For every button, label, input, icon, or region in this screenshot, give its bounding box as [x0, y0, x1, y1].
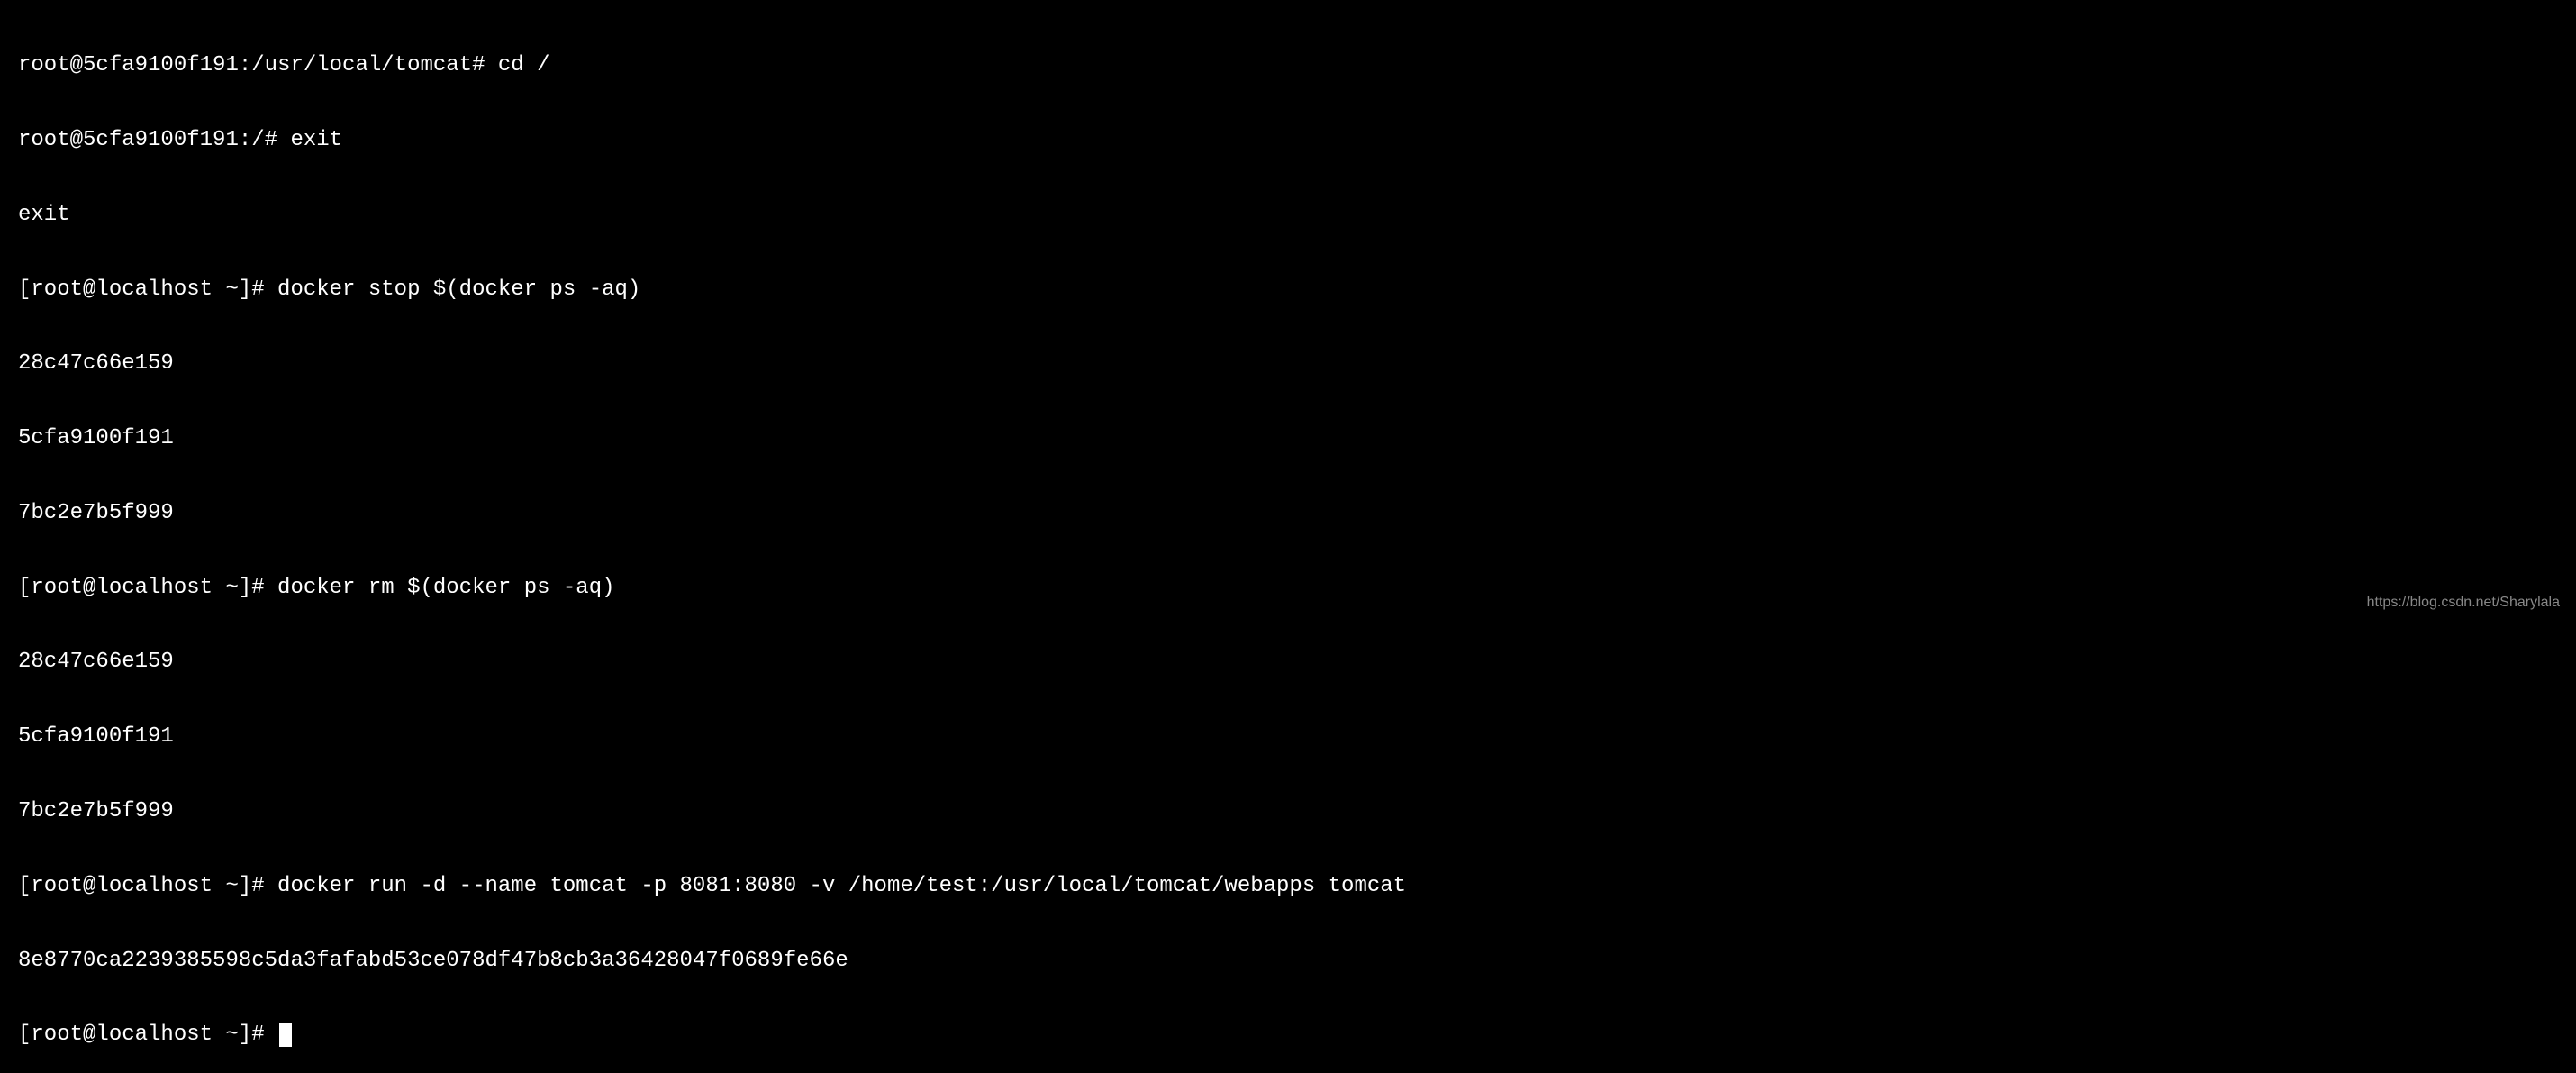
cursor-block: [279, 1023, 292, 1047]
terminal-line: 8e8770ca2239385598c5da3fafabd53ce078df47…: [18, 949, 2558, 974]
prompt: [root@localhost ~]#: [18, 277, 277, 302]
command: docker stop $(docker ps -aq): [277, 277, 640, 302]
output-text: 8e8770ca2239385598c5da3fafabd53ce078df47…: [18, 949, 848, 973]
terminal-line: exit: [18, 203, 2558, 228]
terminal-line: 5cfa9100f191: [18, 724, 2558, 750]
output-text: exit: [18, 203, 70, 227]
terminal-line: 7bc2e7b5f999: [18, 799, 2558, 824]
command: docker rm $(docker ps -aq): [277, 576, 614, 600]
terminal-line: [root@localhost ~]# docker stop $(docker…: [18, 277, 2558, 303]
terminal-line: 5cfa9100f191: [18, 426, 2558, 451]
terminal-line: [root@localhost ~]# docker rm $(docker p…: [18, 576, 2558, 601]
watermark-text: https://blog.csdn.net/Sharylala: [2367, 595, 2560, 611]
output-text: 5cfa9100f191: [18, 426, 174, 450]
command: exit: [290, 128, 342, 152]
terminal-line: root@5cfa9100f191:/# exit: [18, 128, 2558, 153]
prompt: [root@localhost ~]#: [18, 874, 277, 898]
terminal-output[interactable]: root@5cfa9100f191:/usr/local/tomcat# cd …: [18, 4, 2558, 1073]
terminal-line: 28c47c66e159: [18, 351, 2558, 377]
terminal-line: 28c47c66e159: [18, 650, 2558, 675]
output-text: 28c47c66e159: [18, 650, 174, 674]
terminal-line: root@5cfa9100f191:/usr/local/tomcat# cd …: [18, 53, 2558, 78]
prompt: [root@localhost ~]#: [18, 576, 277, 600]
output-text: 7bc2e7b5f999: [18, 501, 174, 525]
terminal-line: [root@localhost ~]#: [18, 1023, 2558, 1048]
command: docker run -d --name tomcat -p 8081:8080…: [277, 874, 1406, 898]
output-text: 5cfa9100f191: [18, 724, 174, 749]
output-text: 7bc2e7b5f999: [18, 799, 174, 823]
output-text: 28c47c66e159: [18, 351, 174, 376]
terminal-line: [root@localhost ~]# docker run -d --name…: [18, 874, 2558, 899]
terminal-line: 7bc2e7b5f999: [18, 501, 2558, 526]
command: cd /: [498, 53, 550, 77]
prompt: root@5cfa9100f191:/#: [18, 128, 290, 152]
prompt: root@5cfa9100f191:/usr/local/tomcat#: [18, 53, 498, 77]
prompt: [root@localhost ~]#: [18, 1023, 277, 1047]
